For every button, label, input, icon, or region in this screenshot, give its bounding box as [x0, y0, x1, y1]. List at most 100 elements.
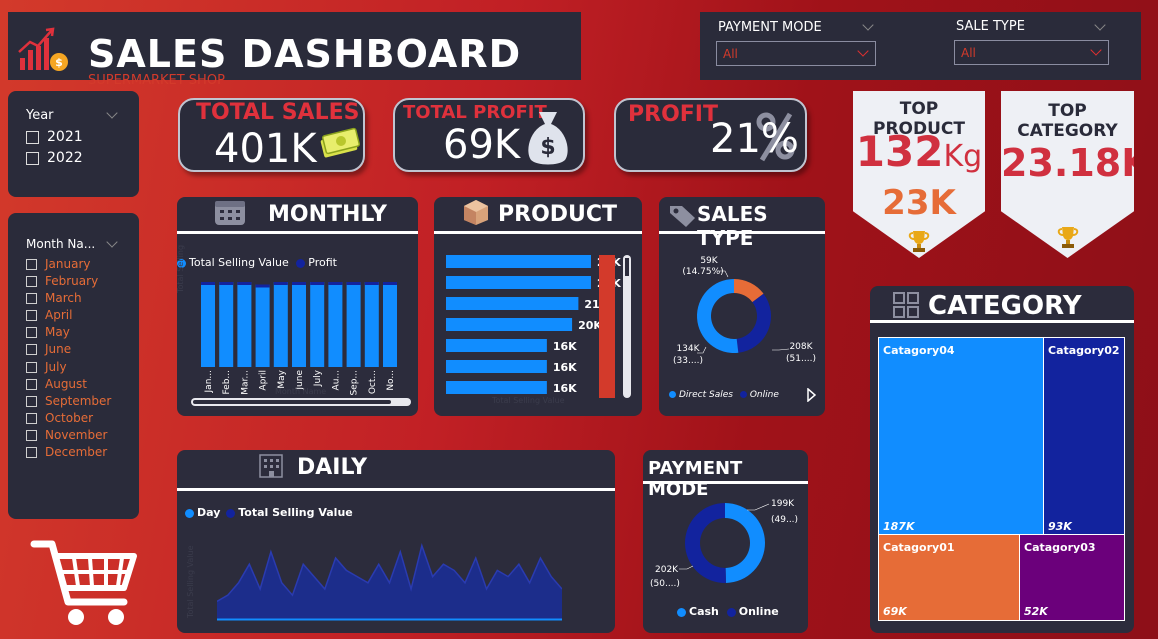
donut-slice: [725, 503, 766, 583]
bar-total-selling-value: [310, 282, 325, 367]
bar-total-selling-value: [219, 282, 234, 367]
bar-profit: [219, 282, 234, 285]
checkbox[interactable]: [26, 327, 37, 339]
tick-label: Mar...: [240, 370, 250, 395]
month-option[interactable]: June: [26, 342, 111, 359]
year-option-2022[interactable]: 2022: [26, 150, 83, 166]
play-next-icon[interactable]: [806, 388, 816, 402]
month-option[interactable]: September: [26, 394, 111, 411]
sales-type-donut[interactable]: 59K(14.75%) 134K (33....) 208K (51....): [659, 235, 825, 385]
data-label: 199K: [771, 499, 795, 509]
month-option[interactable]: May: [26, 325, 111, 342]
sale-type-dropdown[interactable]: All: [954, 40, 1109, 65]
checkbox[interactable]: [26, 429, 37, 441]
chevron-down-icon[interactable]: [1094, 19, 1106, 31]
product-bar: [446, 255, 591, 268]
vertical-scrollbar[interactable]: [623, 255, 631, 398]
trophy-icon: [908, 231, 930, 252]
data-label: (51....): [786, 354, 816, 364]
treemap-cell[interactable]: Catagory03 52K: [1019, 534, 1125, 621]
data-label: 16K: [553, 382, 577, 395]
month-option[interactable]: July: [26, 360, 111, 377]
checkbox[interactable]: [26, 293, 37, 305]
checkbox[interactable]: [26, 151, 39, 165]
horizontal-scrollbar[interactable]: [191, 398, 411, 406]
total-profit-value: 69K: [443, 122, 521, 168]
bar-total-selling-value: [237, 282, 252, 367]
tick-label: July: [313, 369, 323, 387]
tick-label: May: [277, 369, 287, 388]
checkbox[interactable]: [26, 344, 37, 356]
month-option[interactable]: December: [26, 445, 111, 462]
year-option-2021[interactable]: 2021: [26, 129, 83, 145]
month-option[interactable]: October: [26, 411, 111, 428]
tick-label: Jan...: [204, 370, 214, 393]
year-slicer: Year 2021 2022: [8, 91, 139, 197]
month-list: January February March April May June July Augu…: [26, 257, 111, 462]
divider: [177, 488, 615, 491]
bar-profit: [292, 282, 306, 285]
month-option[interactable]: March: [26, 291, 111, 308]
month-option[interactable]: February: [26, 274, 111, 291]
bar-profit: [346, 282, 361, 285]
bar-total-selling-value: [383, 282, 397, 367]
product-bar: [446, 297, 579, 310]
divider: [177, 231, 418, 234]
checkbox[interactable]: [26, 412, 37, 424]
checkbox[interactable]: [26, 378, 37, 390]
top-product-card: TOP PRODUCT 132Kg 23K: [853, 91, 985, 258]
bar-total-selling-value: [346, 282, 361, 367]
product-bar: [446, 360, 547, 373]
data-label: (14.75%): [682, 267, 723, 277]
product-chart-panel: PRODUCT 23K23K21K20K16K16K16K Total Sell…: [434, 197, 642, 416]
top-category-card: TOP CATEGORY 23.18K: [1001, 91, 1134, 258]
daily-y-axis-title: Total Selling Value: [186, 545, 195, 618]
bar-total-selling-value: [201, 282, 215, 367]
top-product-sub-value: 23K: [882, 183, 956, 223]
checkbox[interactable]: [26, 259, 37, 270]
tick-label: Au...: [331, 370, 341, 390]
product-bar: [446, 318, 573, 331]
payment-mode-value: All: [723, 47, 738, 61]
chevron-down-icon: [1090, 44, 1102, 56]
bar-profit: [255, 284, 270, 288]
divider: [434, 231, 642, 234]
data-label: 59K: [700, 256, 718, 266]
donut-slice: [697, 279, 739, 353]
treemap-cell[interactable]: Catagory01 69K: [878, 534, 1020, 621]
product-bar: [446, 381, 547, 394]
grid-icon: [893, 292, 919, 318]
chevron-down-icon[interactable]: [106, 236, 118, 248]
month-option[interactable]: November: [26, 428, 111, 445]
treemap-cell[interactable]: Catagory02 93K: [1043, 337, 1125, 535]
product-bar: [446, 276, 591, 289]
checkbox[interactable]: [26, 276, 37, 288]
payment-mode-donut[interactable]: 199K (49...) 202K (50....): [643, 488, 808, 603]
payment-mode-filter-label: PAYMENT MODE: [718, 20, 822, 35]
checkbox[interactable]: [26, 310, 37, 322]
monthly-chart[interactable]: Jan... Feb... Mar... April May June July Au... S…: [177, 273, 418, 403]
payment-mode-dropdown[interactable]: All: [716, 41, 876, 66]
top-product-value: 132Kg: [855, 127, 983, 176]
donut-slice: [685, 503, 726, 583]
monthly-x-axis-title: Month Name: [275, 387, 327, 396]
calendar-icon: [215, 201, 245, 225]
month-option[interactable]: January: [26, 257, 111, 274]
treemap-cell[interactable]: Catagory04 187K: [878, 337, 1045, 535]
chevron-down-icon[interactable]: [106, 107, 118, 119]
checkbox[interactable]: [26, 361, 37, 373]
tick-label: Feb...: [222, 370, 232, 395]
checkbox[interactable]: [26, 130, 39, 144]
bar-total-selling-value: [328, 282, 343, 367]
daily-area-chart[interactable]: [217, 540, 562, 622]
checkbox[interactable]: [26, 395, 37, 407]
month-option[interactable]: August: [26, 377, 111, 394]
bar-profit: [273, 282, 288, 285]
payment-mode-chart-panel: PAYMENT MODE 199K (49...) 202K (50....) Cas…: [643, 450, 808, 633]
checkbox[interactable]: [26, 447, 37, 459]
chevron-down-icon[interactable]: [862, 19, 874, 31]
month-option[interactable]: April: [26, 308, 111, 325]
bar-profit: [328, 282, 343, 285]
tag-icon: [670, 206, 695, 227]
data-label: (49...): [771, 515, 798, 525]
